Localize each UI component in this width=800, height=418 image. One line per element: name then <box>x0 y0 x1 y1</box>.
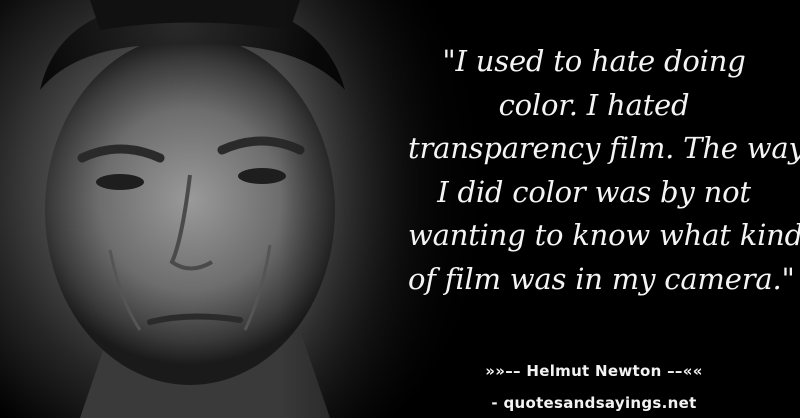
quote-line: transparency film. The way <box>408 131 800 165</box>
quote-line: color. I hated <box>498 87 690 122</box>
quote-text: "I used to hate doing color. I hated tra… <box>408 40 800 301</box>
quote-line: of film was in my camera." <box>408 261 795 296</box>
quote-line: wanting to know what kind <box>408 218 800 252</box>
source-site: - quotesandsayings.net <box>491 394 697 412</box>
quote-card: "I used to hate doing color. I hated tra… <box>0 0 800 418</box>
quote-author: »»–– Helmut Newton ––«« <box>485 362 703 380</box>
quote-line: "I used to hate doing <box>442 44 746 78</box>
quote-line: I did color was by not <box>437 174 751 209</box>
